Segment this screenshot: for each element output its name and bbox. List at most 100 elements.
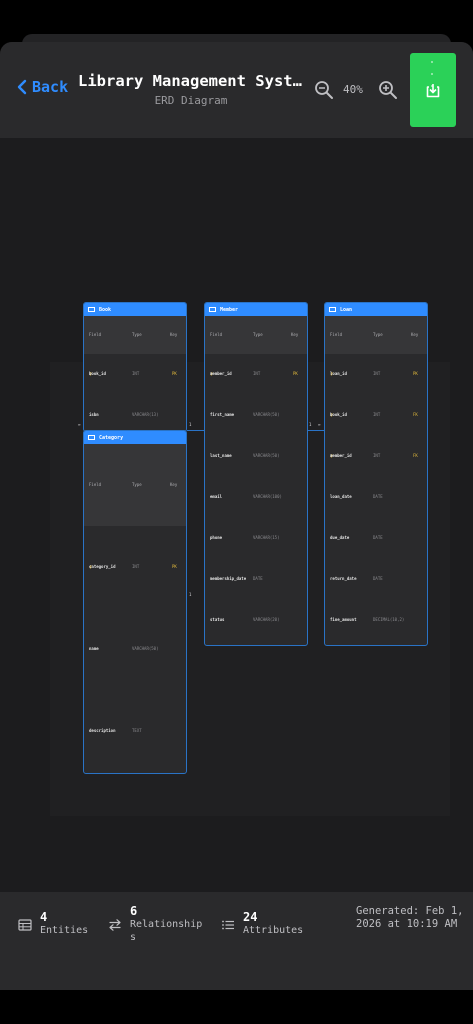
column-header: Field Type Key [84,444,186,526]
column-key: Key [411,332,419,337]
zoom-level: 40% [343,83,363,96]
field-row[interactable]: due_date DATE [325,518,427,559]
field-type: INT [253,371,261,376]
field-row[interactable]: ⚷ category_id INT PK [84,526,186,608]
entity-book[interactable]: Book Field Type Key ⚷ book_id INT PK isbn… [83,302,187,432]
column-key: Key [170,482,178,487]
back-button[interactable]: Back [16,78,68,96]
field-type: VARCHAR(50) [132,646,159,651]
field-key: PK [172,371,177,376]
cardinality-label: 1 [189,422,192,427]
list-icon [222,920,234,930]
field-type: INT [373,412,381,417]
column-key: Key [291,332,299,337]
field-name: email [210,494,223,499]
field-row[interactable]: ⚷ member_id INT PK [205,354,307,395]
field-type: DATE [373,576,383,581]
cardinality-label: ∞ [78,422,81,427]
attributes-count: 24 [243,910,258,924]
cardinality-label: 1 [189,592,192,597]
entities-label: Entities [40,925,89,936]
field-row[interactable]: ⚷ member_id INT FK [325,436,427,477]
field-key: FK [413,453,418,458]
field-row[interactable]: return_date DATE [325,559,427,600]
field-row[interactable]: status VARCHAR(20) [205,600,307,641]
field-key: PK [293,371,298,376]
relationships-label: Relationships [130,919,203,943]
field-row[interactable]: loan_date DATE [325,477,427,518]
field-type: VARCHAR(50) [253,412,280,417]
field-row[interactable]: ⚷ book_id INT FK [325,395,427,436]
field-type: VARCHAR(100) [253,494,282,499]
column-field: Field [89,482,102,487]
field-row[interactable]: fine_amount DECIMAL(10,2) [325,600,427,641]
column-type: Type [373,332,383,337]
field-type: TEXT [132,728,142,733]
field-row[interactable]: phone VARCHAR(15) [205,518,307,559]
field-name: phone [210,535,223,540]
generated-timestamp: Generated: Feb 1, 2026 at 10:19 AM [356,905,464,930]
entity-category[interactable]: Category Field Type Key ⚷ category_id INT… [83,430,187,774]
entity-member[interactable]: Member Field Type Key ⚷ member_id INT PK … [204,302,308,646]
field-name: status [210,617,225,622]
column-key: Key [170,332,178,337]
field-type: INT [373,453,381,458]
diagram-canvas[interactable]: ∞ 1 1 1 ∞ Book Field Type Key ⚷ book_id I… [0,138,473,892]
export-button[interactable] [410,53,456,127]
entity-header: Category [84,431,186,444]
erd-viewer: Back Library Management System ERD Diagr… [0,42,473,990]
column-field: Field [89,332,102,337]
attributes-label: Attributes [243,925,304,936]
swap-arrows-icon [109,919,121,931]
field-row[interactable]: description TEXT [84,690,186,772]
stat-attributes: 24 Attributes [221,910,303,937]
column-type: Type [132,332,142,337]
column-type: Type [132,482,142,487]
field-row[interactable]: email VARCHAR(100) [205,477,307,518]
field-name: category_id [89,564,116,569]
field-name: book_id [89,371,106,376]
relationship-line [307,430,324,431]
entity-loan[interactable]: Loan Field Type Key ⚷ loan_id INT PK ⚷ boo… [324,302,428,646]
field-row[interactable]: ⚷ loan_id INT PK [325,354,427,395]
field-name: membership_date [210,576,247,581]
field-type: DATE [373,535,383,540]
entity-name: Member [220,306,239,313]
field-row[interactable]: membership_date DATE [205,559,307,600]
field-type: INT [132,371,140,376]
field-type: DECIMAL(10,2) [373,617,405,622]
entity-name: Book [99,306,112,313]
column-header: Field Type Key [205,316,307,354]
field-type: INT [132,564,140,569]
entity-header: Loan [325,303,427,316]
field-key: FK [413,412,418,417]
page-title: Library Management System [78,72,304,90]
column-header: Field Type Key [84,316,186,354]
relationship-line [187,430,204,431]
field-type: DATE [373,494,383,499]
entity-name: Loan [340,306,353,313]
field-name: return_date [330,576,357,581]
field-row[interactable]: name VARCHAR(50) [84,608,186,690]
field-row[interactable]: first_name VARCHAR(50) [205,395,307,436]
field-row[interactable]: last_name VARCHAR(50) [205,436,307,477]
field-name: first_name [210,412,235,417]
cardinality-label: 1 [309,422,312,427]
field-type: VARCHAR(50) [253,453,280,458]
entity-name: Category [99,434,124,441]
entity-header: Member [205,303,307,316]
zoom-out-icon[interactable] [314,80,334,100]
field-name: member_id [330,453,352,458]
header-bar: Back Library Management System ERD Diagr… [0,42,473,138]
relationships-count: 6 [130,904,138,918]
zoom-in-icon[interactable] [378,80,398,100]
field-row[interactable]: isbn VARCHAR(13) [84,395,186,431]
field-row[interactable]: ⚷ book_id INT PK [84,354,186,395]
field-type: VARCHAR(13) [132,412,159,417]
table-icon [88,435,95,440]
back-label: Back [32,78,69,96]
chevron-left-icon [17,79,27,95]
field-type: INT [373,371,381,376]
column-field: Field [210,332,223,337]
table-icon [18,919,32,931]
